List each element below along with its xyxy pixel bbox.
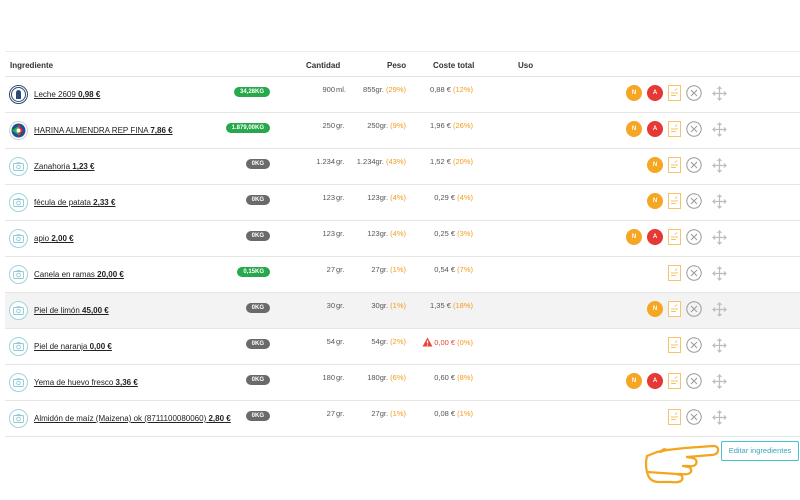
nutrition-flag-n[interactable]: N <box>647 157 663 173</box>
row-actions <box>5 409 800 427</box>
table-body: Leche 2609 0,98 €34,28KG 900 ml. 855gr. (29… <box>5 77 800 437</box>
table-row: Zanahoria 1,23 €0KG 1.234 gr. 1.234gr. (43%… <box>5 149 800 185</box>
table-row: Piel de naranja 0,00 €0KG 54 gr. 54gr. (2%)… <box>5 329 800 365</box>
document-icon[interactable] <box>668 265 681 281</box>
nutrition-flag-n[interactable]: N <box>626 121 642 137</box>
move-icon[interactable] <box>712 302 727 317</box>
move-icon[interactable] <box>712 410 727 425</box>
nutrition-flag-n[interactable]: N <box>626 229 642 245</box>
edit-ingredients-button[interactable]: Editar ingredientes <box>721 441 799 461</box>
table-row: HARINA ALMENDRA REP FINA 7,86 €1.879,00K… <box>5 113 800 149</box>
document-icon[interactable] <box>668 157 681 173</box>
document-icon[interactable] <box>668 193 681 209</box>
close-circle-icon[interactable] <box>686 265 702 281</box>
document-icon[interactable] <box>668 301 681 317</box>
header-ingrediente: Ingrediente <box>10 61 54 70</box>
document-icon[interactable] <box>668 85 681 101</box>
row-actions: NA <box>5 229 800 247</box>
move-icon[interactable] <box>712 374 727 389</box>
table-row: Yema de huevo fresco 3,36 €0KG 180 gr. 180g… <box>5 365 800 401</box>
row-actions: NA <box>5 85 800 103</box>
close-circle-icon[interactable] <box>686 157 702 173</box>
close-circle-icon[interactable] <box>686 85 702 101</box>
move-icon[interactable] <box>712 230 727 245</box>
row-actions <box>5 337 800 355</box>
move-icon[interactable] <box>712 122 727 137</box>
row-actions <box>5 265 800 283</box>
nutrition-flag-n[interactable]: N <box>626 373 642 389</box>
table-row: Piel de limón 45,00 €0KG 30 gr. 30gr. (1%) 1… <box>5 293 800 329</box>
header-coste-total: Coste total <box>433 61 475 70</box>
close-circle-icon[interactable] <box>686 229 702 245</box>
close-circle-icon[interactable] <box>686 373 702 389</box>
close-circle-icon[interactable] <box>686 121 702 137</box>
allergen-flag-a[interactable]: A <box>647 373 663 389</box>
document-icon[interactable] <box>668 337 681 353</box>
nutrition-flag-n[interactable]: N <box>647 301 663 317</box>
header-cantidad: Cantidad <box>306 61 341 70</box>
row-actions: NA <box>5 121 800 139</box>
header-uso: Uso <box>518 61 534 70</box>
header-peso: Peso <box>387 61 407 70</box>
row-actions: N <box>5 301 800 319</box>
row-actions: N <box>5 193 800 211</box>
document-icon[interactable] <box>668 373 681 389</box>
pointing-hand-icon <box>644 444 720 484</box>
table-row: apio 2,00 €0KG 123 gr. 123gr. (4%) 0,25 € (3… <box>5 221 800 257</box>
close-circle-icon[interactable] <box>686 301 702 317</box>
document-icon[interactable] <box>668 229 681 245</box>
move-icon[interactable] <box>712 158 727 173</box>
document-icon[interactable] <box>668 121 681 137</box>
move-icon[interactable] <box>712 338 727 353</box>
row-actions: N <box>5 157 800 175</box>
ingredients-table: Ingrediente Cantidad Peso Coste total Us… <box>5 51 800 437</box>
close-circle-icon[interactable] <box>686 337 702 353</box>
nutrition-flag-n[interactable]: N <box>647 193 663 209</box>
row-actions: NA <box>5 373 800 391</box>
allergen-flag-a[interactable]: A <box>647 121 663 137</box>
move-icon[interactable] <box>712 86 727 101</box>
table-header: Ingrediente Cantidad Peso Coste total Us… <box>5 52 800 77</box>
allergen-flag-a[interactable]: A <box>647 229 663 245</box>
close-circle-icon[interactable] <box>686 193 702 209</box>
table-row: Almidón de maíz (Maizena) ok (8711100080… <box>5 401 800 437</box>
document-icon[interactable] <box>668 409 681 425</box>
table-row: Canela en ramas 20,00 €0,15KG 27 gr. 27gr. … <box>5 257 800 293</box>
move-icon[interactable] <box>712 266 727 281</box>
table-row: Leche 2609 0,98 €34,28KG 900 ml. 855gr. (29… <box>5 77 800 113</box>
nutrition-flag-n[interactable]: N <box>626 85 642 101</box>
close-circle-icon[interactable] <box>686 409 702 425</box>
table-row: fécula de patata 2,33 €0KG 123 gr. 123gr. (… <box>5 185 800 221</box>
move-icon[interactable] <box>712 194 727 209</box>
allergen-flag-a[interactable]: A <box>647 85 663 101</box>
